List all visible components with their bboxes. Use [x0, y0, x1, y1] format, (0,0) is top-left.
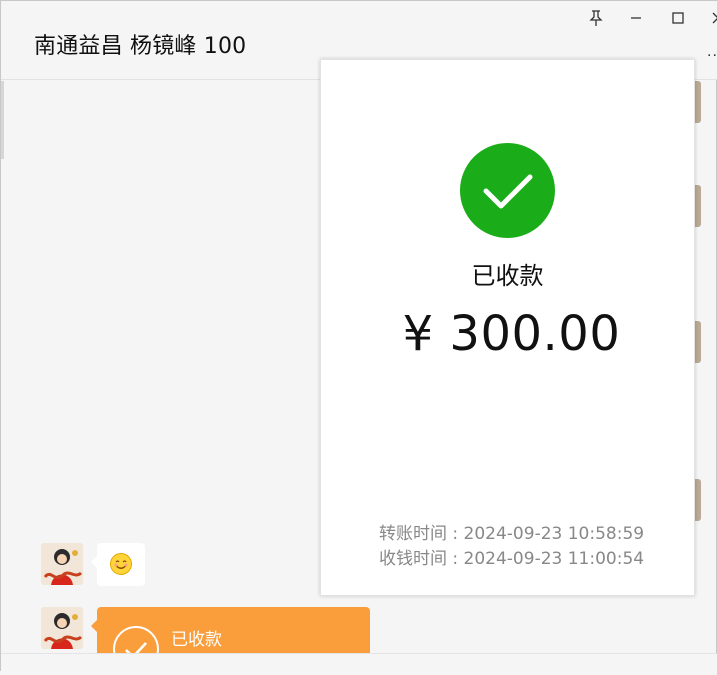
smiling-face-emoji	[110, 553, 132, 575]
receipt-status: 已收款	[471, 262, 544, 290]
transfer-time: 转账时间 : 2024-09-23 10:58:59	[379, 524, 645, 544]
close-icon[interactable]	[707, 7, 717, 29]
pin-icon[interactable]	[585, 7, 607, 29]
receipt-popup: 已收款 ¥ 300.00 转账时间 : 2024-09-23 10:58:59 …	[320, 59, 695, 596]
avatar[interactable]	[41, 607, 83, 649]
input-area-edge	[1, 653, 717, 673]
avatar[interactable]	[41, 543, 83, 585]
maximize-icon[interactable]	[667, 7, 689, 29]
chat-window: 南通益昌 杨镜峰 100 ...	[0, 0, 717, 673]
transfer-amount: ¥ 300.00	[402, 306, 621, 362]
transfer-status-label: 已收款	[171, 630, 222, 650]
scrollbar[interactable]	[1, 81, 4, 159]
success-check-icon	[460, 143, 555, 238]
received-time: 收钱时间 : 2024-09-23 11:00:54	[379, 549, 645, 569]
more-options-button[interactable]: ...	[707, 43, 717, 61]
emoji-message-bubble[interactable]	[91, 543, 145, 586]
chat-title: 南通益昌 杨镜峰 100	[34, 34, 247, 59]
minimize-icon[interactable]	[625, 7, 647, 29]
